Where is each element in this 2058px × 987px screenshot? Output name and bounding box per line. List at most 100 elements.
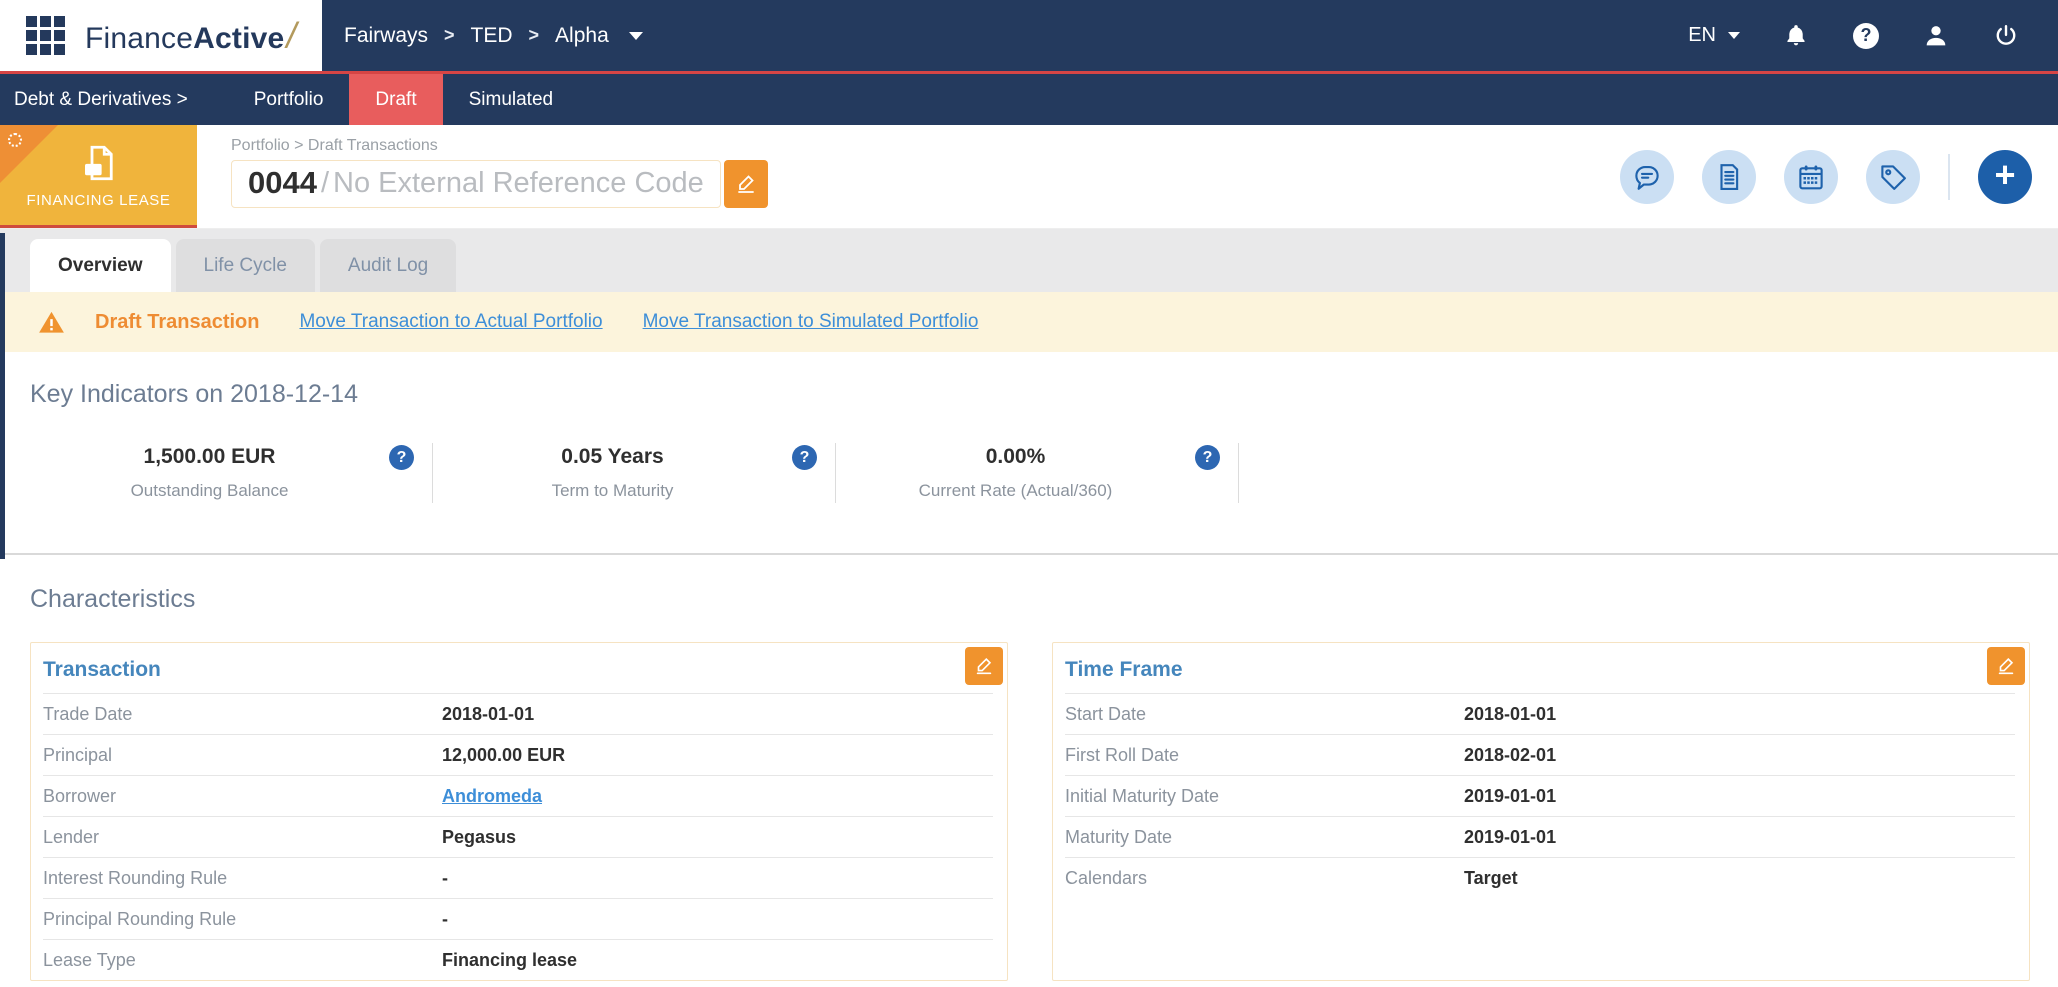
subnav-item-draft[interactable]: Draft bbox=[349, 74, 443, 125]
row-value: - bbox=[442, 867, 448, 888]
indicator-term-to-maturity: 0.05 Years Term to Maturity ? bbox=[433, 443, 836, 503]
move-to-actual-link[interactable]: Move Transaction to Actual Portfolio bbox=[299, 311, 602, 333]
documents-button[interactable] bbox=[1702, 149, 1756, 204]
card-title: Time Frame bbox=[1065, 658, 1183, 681]
breadcrumb-item-fairways[interactable]: Fairways bbox=[344, 24, 428, 48]
key-indicators-title: Key Indicators on 2018-12-14 bbox=[30, 380, 358, 408]
indicator-value: 1,500.00 EUR bbox=[143, 445, 276, 468]
subnav-item-portfolio[interactable]: Portfolio bbox=[228, 74, 350, 125]
borrower-link[interactable]: Andromeda bbox=[442, 786, 542, 807]
transaction-card: Transaction Trade Date 2018-01-01 Princi… bbox=[30, 642, 1008, 981]
row-label: Principal bbox=[43, 744, 113, 765]
table-row: Calendars Target bbox=[1065, 857, 2015, 898]
title-block: Portfolio > Draft Transactions 0044 / No… bbox=[231, 125, 768, 228]
row-value: Pegasus bbox=[442, 826, 517, 847]
comments-button[interactable] bbox=[1620, 149, 1674, 204]
calendar-button[interactable] bbox=[1784, 149, 1838, 204]
add-button[interactable]: + bbox=[1978, 149, 2032, 204]
tab-overview[interactable]: Overview bbox=[30, 239, 171, 292]
edit-icon bbox=[737, 175, 754, 193]
bell-icon[interactable] bbox=[1782, 22, 1810, 50]
subnav-item-simulated[interactable]: Simulated bbox=[443, 74, 580, 125]
table-row: Borrower Andromeda bbox=[43, 775, 993, 816]
table-row: Start Date 2018-01-01 bbox=[1065, 693, 2015, 734]
document-icon bbox=[1720, 163, 1739, 190]
logo-slash: / bbox=[286, 14, 297, 56]
row-value: 2019-01-01 bbox=[1464, 826, 1557, 847]
language-selector[interactable]: EN bbox=[1688, 24, 1740, 47]
power-icon[interactable] bbox=[1992, 22, 2020, 50]
card-title: Transaction bbox=[43, 658, 161, 681]
comment-icon bbox=[1635, 165, 1659, 190]
question-icon[interactable]: ? bbox=[389, 445, 414, 470]
badge-label: FINANCING LEASE bbox=[26, 191, 171, 209]
edit-transaction-button[interactable] bbox=[965, 647, 1003, 685]
chevron-down-icon bbox=[1728, 32, 1740, 39]
calendar-icon bbox=[1799, 165, 1823, 189]
question-icon[interactable]: ? bbox=[792, 445, 817, 470]
edit-time-frame-button[interactable] bbox=[1987, 647, 2025, 685]
row-label: Start Date bbox=[1065, 703, 1147, 724]
left-accent-strip bbox=[0, 233, 5, 559]
row-label: Lease Type bbox=[43, 949, 136, 970]
spinner-icon bbox=[8, 133, 22, 147]
characteristics-title: Characteristics bbox=[30, 585, 196, 613]
user-icon[interactable] bbox=[1922, 22, 1950, 50]
table-row: Interest Rounding Rule - bbox=[43, 857, 993, 898]
apps-grid-icon[interactable] bbox=[26, 16, 65, 55]
indicator-current-rate: 0.00% Current Rate (Actual/360) ? bbox=[836, 443, 1239, 503]
characteristics-section: Characteristics Transaction Trade Date 2… bbox=[0, 555, 2058, 981]
indicator-value: 0.00% bbox=[985, 445, 1046, 468]
breadcrumb: Fairways > TED > Alpha bbox=[344, 0, 643, 71]
row-label: Calendars bbox=[1065, 867, 1148, 888]
indicator-label: Outstanding Balance bbox=[130, 481, 289, 500]
tab-bar: Overview Life Cycle Audit Log bbox=[0, 229, 2058, 292]
financing-lease-badge: FINANCING LEASE bbox=[0, 125, 197, 228]
document-copy-icon bbox=[84, 145, 113, 180]
row-label: Principal Rounding Rule bbox=[43, 908, 237, 929]
chevron-down-icon[interactable] bbox=[628, 31, 643, 40]
row-value: 2019-01-01 bbox=[1464, 785, 1557, 806]
indicator-outstanding-balance: 1,500.00 EUR Outstanding Balance ? bbox=[30, 443, 433, 503]
table-row: Lease Type Financing lease bbox=[43, 939, 993, 980]
table-row: Initial Maturity Date 2019-01-01 bbox=[1065, 775, 2015, 816]
row-value: 2018-01-01 bbox=[442, 703, 535, 724]
logo-text: FinanceActive/ bbox=[85, 14, 297, 56]
reference-code-field[interactable]: 0044 / No External Reference Code bbox=[231, 160, 721, 208]
row-value: Target bbox=[1464, 867, 1518, 888]
page-breadcrumb: Portfolio > Draft Transactions bbox=[231, 137, 438, 154]
help-icon[interactable]: ? bbox=[1852, 22, 1880, 50]
move-to-simulated-link[interactable]: Move Transaction to Simulated Portfolio bbox=[643, 311, 979, 333]
row-value: - bbox=[442, 908, 448, 929]
row-label: Borrower bbox=[43, 785, 117, 806]
tab-life-cycle[interactable]: Life Cycle bbox=[175, 239, 315, 292]
row-value: 2018-02-01 bbox=[1464, 744, 1557, 765]
top-navbar: FinanceActive/ Fairways > TED > Alpha EN… bbox=[0, 0, 2058, 74]
tags-button[interactable] bbox=[1866, 149, 1920, 204]
subnav-item-debt-derivatives[interactable]: Debt & Derivatives > bbox=[0, 74, 228, 125]
breadcrumb-separator: > bbox=[444, 25, 455, 45]
tag-icon bbox=[1881, 164, 1906, 190]
indicator-label: Term to Maturity bbox=[551, 481, 674, 500]
page-header: FINANCING LEASE Portfolio > Draft Transa… bbox=[0, 125, 2058, 229]
row-value: 2018-01-01 bbox=[1464, 703, 1557, 724]
edit-reference-button[interactable] bbox=[723, 160, 768, 208]
row-value: 12,000.00 EUR bbox=[442, 744, 566, 765]
breadcrumb-item-ted[interactable]: TED bbox=[471, 24, 513, 48]
warning-icon bbox=[39, 311, 64, 333]
row-label: First Roll Date bbox=[1065, 744, 1180, 765]
logo[interactable]: FinanceActive/ bbox=[0, 0, 322, 71]
header-actions: + bbox=[1620, 125, 2058, 228]
tab-audit-log[interactable]: Audit Log bbox=[319, 239, 457, 292]
table-row: First Roll Date 2018-02-01 bbox=[1065, 734, 2015, 775]
question-icon[interactable]: ? bbox=[1195, 445, 1220, 470]
table-row: Principal Rounding Rule - bbox=[43, 898, 993, 939]
table-row: Lender Pegasus bbox=[43, 816, 993, 857]
breadcrumb-item-alpha[interactable]: Alpha bbox=[555, 24, 609, 48]
title-separator: / bbox=[320, 166, 330, 199]
badge-corner bbox=[0, 125, 58, 183]
row-label: Initial Maturity Date bbox=[1065, 785, 1220, 806]
actions-divider bbox=[1948, 153, 1950, 200]
breadcrumb-separator: > bbox=[528, 25, 540, 45]
indicator-value: 0.05 Years bbox=[561, 445, 664, 468]
